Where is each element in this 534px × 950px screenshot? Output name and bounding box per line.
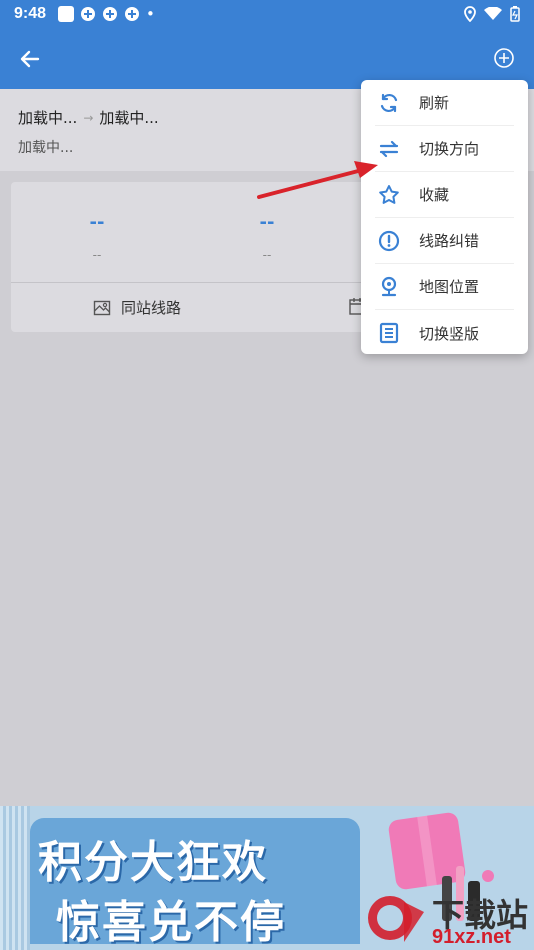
menu-item-label: 切换竖版 bbox=[419, 324, 480, 343]
menu-item-map-location[interactable]: 地图位置 bbox=[375, 264, 514, 310]
menu-item-switch-direction[interactable]: 切换方向 bbox=[375, 126, 514, 172]
stat-block: -- -- bbox=[207, 212, 327, 262]
route-origin: 加载中... bbox=[18, 109, 78, 127]
direction-arrow-icon: → bbox=[83, 110, 94, 125]
map-icon bbox=[93, 300, 111, 315]
menu-item-favorite[interactable]: 收藏 bbox=[375, 172, 514, 218]
alert-icon bbox=[378, 230, 400, 251]
same-station-lines-label: 同站线路 bbox=[121, 299, 182, 317]
same-station-lines-button[interactable]: 同站线路 bbox=[93, 297, 181, 318]
refresh-icon bbox=[380, 93, 398, 112]
menu-item-label: 刷新 bbox=[419, 94, 450, 112]
wifi-icon bbox=[484, 6, 502, 20]
sync-notification-icon bbox=[125, 6, 140, 21]
status-time: 9:48 bbox=[14, 4, 47, 22]
map-pin-icon bbox=[381, 276, 397, 296]
location-icon bbox=[464, 5, 476, 22]
list-icon bbox=[379, 322, 399, 344]
stat-value: -- bbox=[259, 212, 275, 233]
watermark-logo-icon bbox=[368, 896, 424, 942]
menu-item-label: 地图位置 bbox=[419, 278, 480, 296]
banner-decoration bbox=[0, 806, 30, 950]
menu-item-label: 收藏 bbox=[419, 186, 450, 204]
back-arrow-icon[interactable] bbox=[16, 45, 44, 73]
menu-item-vertical-layout[interactable]: 切换竖版 bbox=[375, 310, 514, 356]
sync-notification-icon bbox=[103, 6, 118, 21]
add-circle-icon[interactable] bbox=[490, 44, 518, 72]
banner-headline: 积分大狂欢 bbox=[38, 837, 268, 888]
watermark-url: 91xz.net bbox=[432, 926, 511, 948]
menu-item-refresh[interactable]: 刷新 bbox=[375, 80, 514, 126]
status-bar: 9:48 • bbox=[0, 0, 534, 27]
notification-icons: • bbox=[58, 5, 155, 23]
menu-item-report-error[interactable]: 线路纠错 bbox=[375, 218, 514, 264]
menu-item-label: 线路纠错 bbox=[419, 232, 480, 250]
app-notification-icon bbox=[58, 5, 75, 22]
swap-icon bbox=[379, 140, 399, 157]
battery-icon bbox=[510, 5, 520, 22]
star-icon bbox=[379, 184, 399, 204]
route-direction: 加载中... → 加载中... bbox=[18, 107, 159, 128]
more-dot-icon: • bbox=[146, 4, 155, 23]
sync-notification-icon bbox=[81, 6, 96, 21]
menu-item-label: 切换方向 bbox=[419, 140, 480, 158]
route-destination: 加载中... bbox=[99, 109, 159, 127]
stat-value: -- bbox=[89, 212, 105, 233]
stat-label: -- bbox=[262, 248, 272, 262]
stat-label: -- bbox=[92, 248, 102, 262]
watermark: 下载站 91xz.net bbox=[362, 886, 534, 950]
route-subtitle: 加载中... bbox=[18, 140, 74, 156]
stat-block: -- -- bbox=[37, 212, 157, 262]
options-menu: 刷新 切换方向 收藏 线路纠错 地图位置 切换竖版 bbox=[361, 80, 528, 354]
banner-subheadline: 惊喜兑不停 bbox=[56, 897, 286, 948]
